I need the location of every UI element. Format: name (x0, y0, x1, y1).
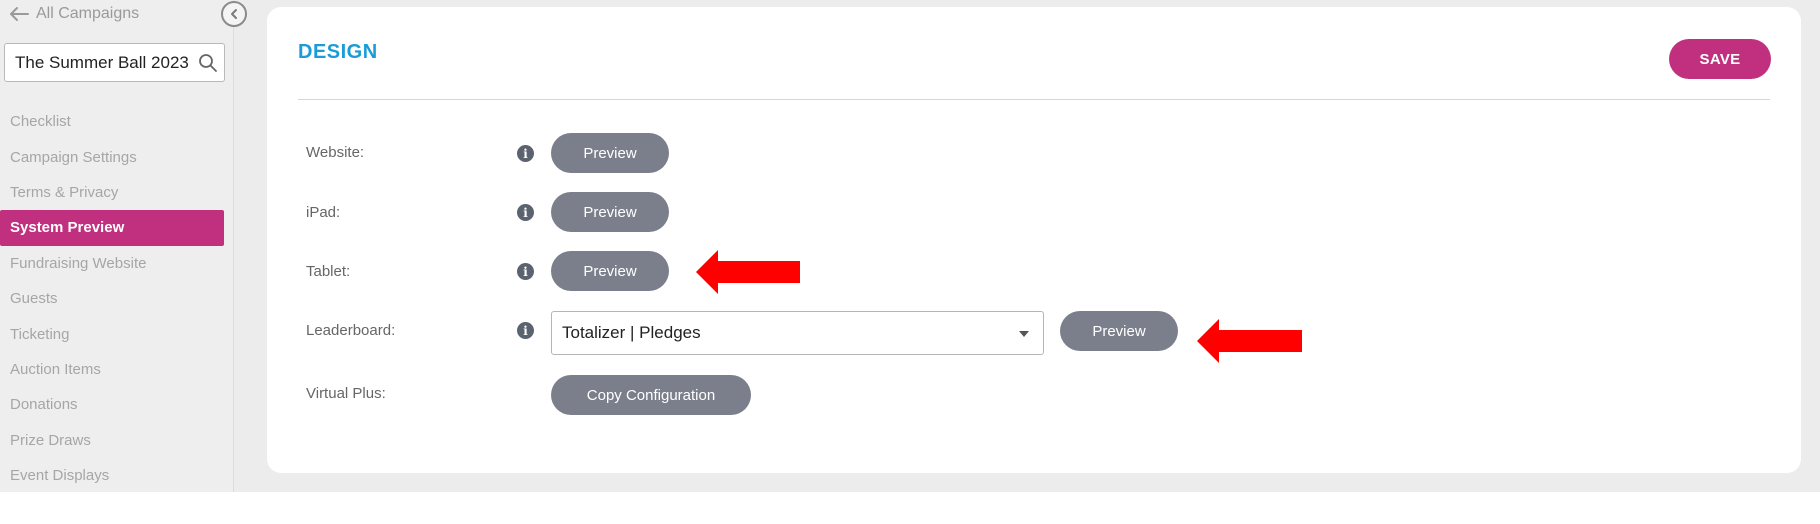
leaderboard-select[interactable]: Totalizer | Pledges (551, 311, 1044, 355)
campaign-search-value: The Summer Ball 2023 (15, 52, 189, 72)
all-campaigns-label: All Campaigns (36, 5, 140, 22)
info-icon[interactable]: i (517, 263, 534, 280)
all-campaigns-link[interactable]: All Campaigns (8, 2, 139, 26)
red-arrow-icon (696, 250, 800, 294)
page-title: DESIGN (298, 41, 378, 63)
leaderboard-select-value: Totalizer | Pledges (562, 323, 701, 342)
info-icon[interactable]: i (517, 204, 534, 221)
leaderboard-preview-button[interactable]: Preview (1060, 311, 1178, 351)
sidebar-item-prize-draws[interactable]: Prize Draws (0, 423, 224, 458)
info-icon[interactable]: i (517, 145, 534, 162)
ipad-label: iPad: (306, 204, 341, 221)
campaign-search-input[interactable]: The Summer Ball 2023 (4, 43, 225, 82)
chevron-left-icon (231, 9, 237, 19)
caret-down-icon (1019, 331, 1029, 337)
sidebar-item-checklist[interactable]: Checklist (0, 104, 224, 139)
website-preview-button[interactable]: Preview (551, 133, 669, 173)
sidebar-item-donations[interactable]: Donations (0, 387, 224, 422)
collapse-sidebar-button[interactable] (221, 1, 247, 27)
info-icon[interactable]: i (517, 322, 534, 339)
sidebar-item-system-preview[interactable]: System Preview (0, 210, 224, 246)
ipad-preview-button[interactable]: Preview (551, 192, 669, 232)
sidebar-item-event-displays[interactable]: Event Displays (0, 458, 224, 493)
virtual-plus-label: Virtual Plus: (306, 385, 386, 402)
design-card: DESIGN SAVE Website: i Preview iPad: i P… (267, 7, 1801, 473)
red-arrow-icon (1197, 319, 1302, 363)
copy-configuration-button[interactable]: Copy Configuration (551, 375, 751, 415)
divider (298, 99, 1770, 100)
website-label: Website: (306, 144, 365, 161)
sidebar-item-auction-items[interactable]: Auction Items (0, 352, 224, 387)
tablet-preview-button[interactable]: Preview (551, 251, 669, 291)
arrow-left-icon (10, 7, 29, 21)
sidebar-item-guests[interactable]: Guests (0, 281, 224, 316)
sidebar: All Campaigns The Summer Ball 2023 Check… (0, 0, 247, 493)
sidebar-item-campaign-settings[interactable]: Campaign Settings (0, 139, 224, 174)
leaderboard-label: Leaderboard: (306, 322, 396, 339)
sidebar-item-ticketing[interactable]: Ticketing (0, 316, 224, 351)
sidebar-item-terms-privacy[interactable]: Terms & Privacy (0, 175, 224, 210)
sidebar-nav: Checklist Campaign Settings Terms & Priv… (0, 104, 224, 493)
tablet-label: Tablet: (306, 263, 351, 280)
save-button[interactable]: SAVE (1669, 39, 1771, 79)
app-window: All Campaigns The Summer Ball 2023 Check… (0, 0, 1820, 492)
search-icon[interactable] (198, 53, 218, 73)
sidebar-item-fundraising-website[interactable]: Fundraising Website (0, 246, 224, 281)
